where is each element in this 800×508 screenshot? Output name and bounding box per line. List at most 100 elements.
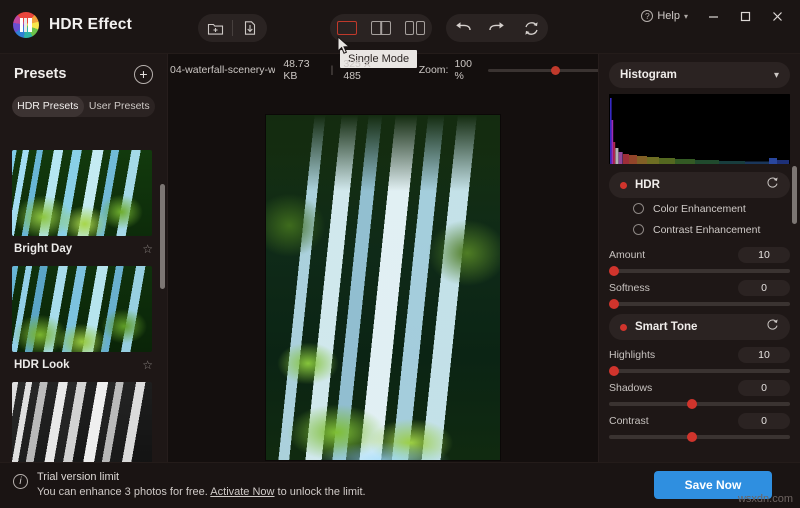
list-item[interactable]: Bright Day ☆ bbox=[0, 146, 167, 262]
option-contrast-enhancement[interactable]: Contrast Enhancement bbox=[633, 219, 790, 240]
slider-value[interactable]: 10 bbox=[738, 247, 790, 263]
presets-scrollbar[interactable] bbox=[160, 184, 165, 289]
reset-icon[interactable] bbox=[766, 318, 779, 336]
slider-track[interactable] bbox=[609, 266, 790, 276]
slider-contrast: Contrast 0 bbox=[609, 413, 790, 442]
undo-icon bbox=[456, 22, 471, 31]
undo-button[interactable] bbox=[446, 14, 480, 42]
zoom-slider-track[interactable] bbox=[487, 65, 600, 75]
trial-notice: i Trial version limit You can enhance 3 … bbox=[13, 471, 366, 498]
preset-list[interactable]: Bright Day ☆ HDR Look ☆ Basic B/W ☆ bbox=[0, 146, 167, 462]
image-canvas[interactable] bbox=[168, 82, 598, 462]
preset-tabs: HDR Presets User Presets bbox=[12, 96, 155, 117]
slider-value[interactable]: 10 bbox=[738, 347, 790, 363]
tab-user-presets[interactable]: User Presets bbox=[84, 96, 156, 117]
slider-label: Highlights bbox=[609, 349, 656, 361]
slider-knob[interactable] bbox=[609, 299, 619, 309]
slider-value[interactable]: 0 bbox=[738, 380, 790, 396]
preset-thumbnail[interactable] bbox=[12, 382, 152, 462]
side-by-side-mode-button[interactable] bbox=[398, 14, 432, 42]
list-item[interactable]: Basic B/W ☆ bbox=[0, 378, 167, 462]
trial-title: Trial version limit bbox=[37, 471, 120, 483]
open-folder-button[interactable] bbox=[198, 14, 232, 42]
slider-track[interactable] bbox=[609, 399, 790, 409]
history-tool-group bbox=[446, 14, 548, 42]
slider-highlights: Highlights 10 bbox=[609, 347, 790, 376]
histogram-plot bbox=[609, 94, 790, 164]
preset-thumbnail[interactable] bbox=[12, 266, 152, 352]
chevron-down-icon[interactable]: ▾ bbox=[774, 70, 779, 81]
zoom-value: 100 % bbox=[454, 58, 472, 82]
preset-name: Bright Day bbox=[14, 243, 73, 255]
option-label: Color Enhancement bbox=[653, 202, 746, 215]
radio-icon[interactable] bbox=[633, 203, 644, 214]
preset-thumbnail[interactable] bbox=[12, 150, 152, 236]
single-mode-icon bbox=[337, 21, 357, 35]
enabled-dot-icon[interactable] bbox=[620, 181, 627, 189]
zoom-control[interactable]: Zoom: 100 % bbox=[419, 58, 600, 82]
slider-knob[interactable] bbox=[609, 366, 619, 376]
reset-icon bbox=[524, 21, 538, 35]
smart-tone-header[interactable]: Smart Tone bbox=[609, 314, 790, 340]
folder-add-icon bbox=[207, 23, 223, 35]
tab-hdr-presets[interactable]: HDR Presets bbox=[12, 96, 84, 117]
slider-softness: Softness 0 bbox=[609, 280, 790, 309]
slider-track[interactable] bbox=[609, 432, 790, 442]
activate-now-link[interactable]: Activate Now bbox=[210, 486, 274, 498]
slider-label: Contrast bbox=[609, 415, 649, 427]
toolbar: Single Mode bbox=[0, 8, 800, 68]
slider-knob[interactable] bbox=[687, 399, 697, 409]
radio-icon[interactable] bbox=[633, 224, 644, 235]
slider-header: Contrast 0 bbox=[609, 413, 790, 429]
slider-label: Amount bbox=[609, 249, 646, 261]
hdr-section: HDR Color Enhancement Contrast Enhanceme… bbox=[599, 172, 800, 309]
preset-name: HDR Look bbox=[14, 359, 70, 371]
hdr-header[interactable]: HDR bbox=[609, 172, 790, 198]
bottom-bar: i Trial version limit You can enhance 3 … bbox=[0, 462, 800, 508]
redo-icon bbox=[489, 22, 504, 31]
preset-row: Bright Day ☆ bbox=[12, 236, 155, 262]
reset-icon[interactable] bbox=[766, 176, 779, 194]
reset-button[interactable] bbox=[514, 14, 548, 42]
histogram-header[interactable]: Histogram ▾ bbox=[609, 62, 790, 88]
slider-track[interactable] bbox=[609, 366, 790, 376]
trial-text-block: Trial version limit You can enhance 3 ph… bbox=[37, 471, 366, 498]
slider-track[interactable] bbox=[609, 299, 790, 309]
app-window: HDR Effect ? Help ▾ Single Mode 04-water… bbox=[0, 0, 800, 508]
slider-value[interactable]: 0 bbox=[738, 280, 790, 296]
file-tool-group bbox=[198, 14, 267, 42]
slider-header: Softness 0 bbox=[609, 280, 790, 296]
star-outline-icon[interactable]: ☆ bbox=[142, 358, 153, 372]
presets-header: Presets + bbox=[0, 54, 167, 94]
enabled-dot-icon[interactable] bbox=[620, 323, 627, 331]
preview-image[interactable] bbox=[266, 115, 500, 460]
redo-button[interactable] bbox=[480, 14, 514, 42]
slider-knob[interactable] bbox=[687, 432, 697, 442]
split-mode-button[interactable] bbox=[364, 14, 398, 42]
star-outline-icon[interactable]: ☆ bbox=[142, 242, 153, 256]
adjustments-scrollbar[interactable] bbox=[792, 166, 797, 224]
save-file-button[interactable] bbox=[233, 14, 267, 42]
list-item[interactable]: HDR Look ☆ bbox=[0, 262, 167, 378]
mouse-cursor bbox=[337, 36, 351, 54]
plus-icon[interactable]: + bbox=[134, 65, 153, 84]
slider-knob[interactable] bbox=[609, 266, 619, 276]
smart-tone-section: Smart Tone Highlights 10 Shadows 0 Contr… bbox=[599, 314, 800, 442]
image-info-bar: 04-waterfall-scenery-wallp... 48.73 KB |… bbox=[170, 58, 600, 82]
slider-header: Shadows 0 bbox=[609, 380, 790, 396]
slider-label: Softness bbox=[609, 282, 650, 294]
histogram-graph bbox=[609, 94, 790, 164]
option-color-enhancement[interactable]: Color Enhancement bbox=[633, 198, 790, 219]
adjustments-panel: Histogram ▾ HDR Color Enhancement Contra… bbox=[598, 54, 800, 462]
slider-header: Highlights 10 bbox=[609, 347, 790, 363]
watermark: wsxdn.com bbox=[737, 493, 793, 505]
trial-text-after: to unlock the limit. bbox=[274, 486, 366, 498]
trial-text-before: You can enhance 3 photos for free. bbox=[37, 486, 211, 498]
smart-tone-label: Smart Tone bbox=[635, 321, 698, 333]
info-icon: i bbox=[13, 474, 28, 489]
presets-panel: Presets + HDR Presets User Presets Brigh… bbox=[0, 54, 168, 462]
option-label: Contrast Enhancement bbox=[653, 223, 761, 236]
zoom-slider-knob[interactable] bbox=[550, 65, 560, 75]
slider-value[interactable]: 0 bbox=[738, 413, 790, 429]
save-file-icon bbox=[244, 21, 256, 35]
